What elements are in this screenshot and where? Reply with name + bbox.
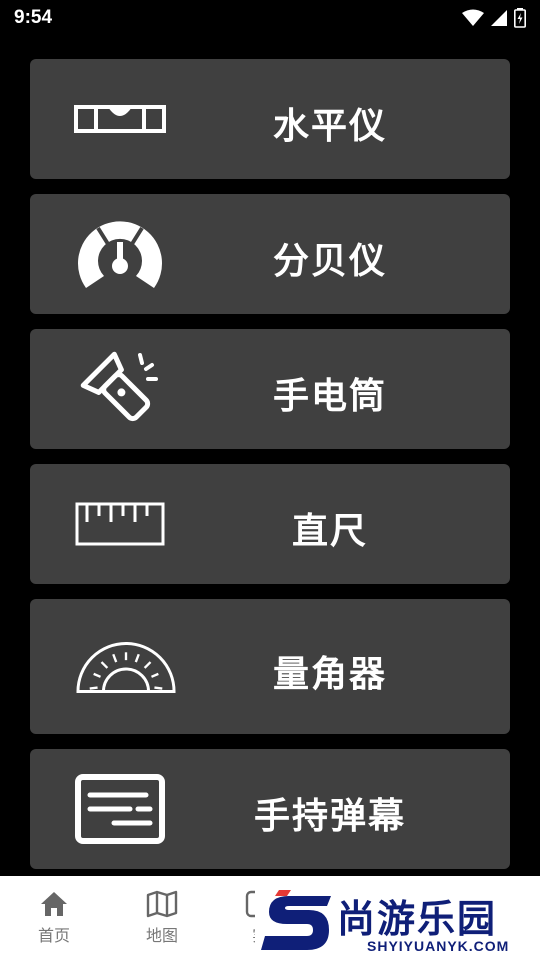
tool-label: 量角器 — [272, 654, 387, 695]
tool-card-protractor[interactable]: 量角器 — [30, 599, 510, 734]
watermark-url: SHYIYUANYK.COM — [367, 938, 510, 954]
nav-item-home[interactable]: 首页 — [24, 890, 84, 946]
map-icon — [146, 890, 178, 918]
tool-card-level[interactable]: 水平仪 — [30, 59, 510, 179]
tool-label: 分贝仪 — [272, 241, 387, 282]
tool-label: 直尺 — [291, 511, 368, 552]
tool-card-decibel[interactable]: 分贝仪 — [30, 194, 510, 314]
status-time: 9:54 — [14, 7, 53, 28]
tool-label: 手电筒 — [272, 376, 387, 417]
watermark: 尚游乐园 SHYIYUANYK.COM — [255, 880, 540, 960]
status-icons — [462, 8, 526, 28]
watermark-logo-icon — [261, 890, 331, 950]
nav-label: 首页 — [37, 926, 70, 945]
wifi-icon — [462, 9, 484, 26]
signal-icon — [491, 10, 507, 26]
tool-label: 水平仪 — [272, 106, 387, 147]
tool-card-ruler[interactable]: 直尺 — [30, 464, 510, 584]
nav-item-map[interactable]: 地图 — [132, 890, 192, 946]
battery-icon — [514, 8, 526, 28]
tool-label: 手持弹幕 — [253, 796, 406, 837]
home-icon — [41, 892, 67, 916]
watermark-text: 尚游乐园 — [337, 897, 498, 941]
nav-label: 地图 — [145, 926, 178, 945]
status-bar: 9:54 — [0, 0, 540, 36]
tool-card-flashlight[interactable]: 手电筒 — [30, 329, 510, 449]
tool-card-subtitles[interactable]: 手持弹幕 — [30, 749, 510, 869]
